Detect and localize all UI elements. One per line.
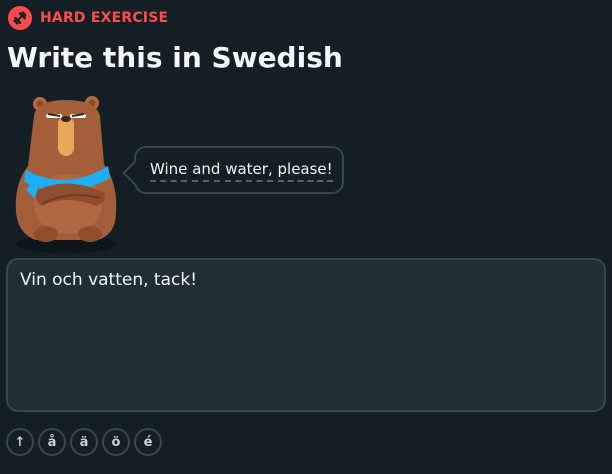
dumbbell-icon [8, 6, 32, 30]
prompt-word[interactable]: please! [277, 160, 333, 182]
badge-label: HARD EXERCISE [40, 10, 169, 26]
answer-input[interactable]: Vin och vatten, tack! [6, 258, 606, 412]
prompt-word[interactable]: water, [225, 160, 273, 182]
speech-bubble-tail [122, 160, 148, 186]
e-acute-key-button[interactable]: é [134, 428, 162, 456]
shift-key-button[interactable]: ↑ [6, 428, 34, 456]
speech-bubble: Wine and water, please! [122, 146, 344, 194]
prompt-word[interactable]: and [192, 160, 221, 182]
bear-character [12, 94, 120, 256]
special-character-keys: ↑ å ä ö é [6, 428, 162, 456]
a-umlaut-key-button[interactable]: ä [70, 428, 98, 456]
exercise-screen: HARD EXERCISE Write this in Swedish Wine… [0, 0, 612, 474]
prompt-word[interactable]: Wine [150, 160, 188, 182]
hard-exercise-badge: HARD EXERCISE [8, 6, 168, 30]
a-ring-key-button[interactable]: å [38, 428, 66, 456]
page-title: Write this in Swedish [7, 41, 343, 74]
prompt-sentence: Wine and water, please! [150, 160, 333, 182]
o-umlaut-key-button[interactable]: ö [102, 428, 130, 456]
answer-text: Vin och vatten, tack! [20, 270, 198, 290]
